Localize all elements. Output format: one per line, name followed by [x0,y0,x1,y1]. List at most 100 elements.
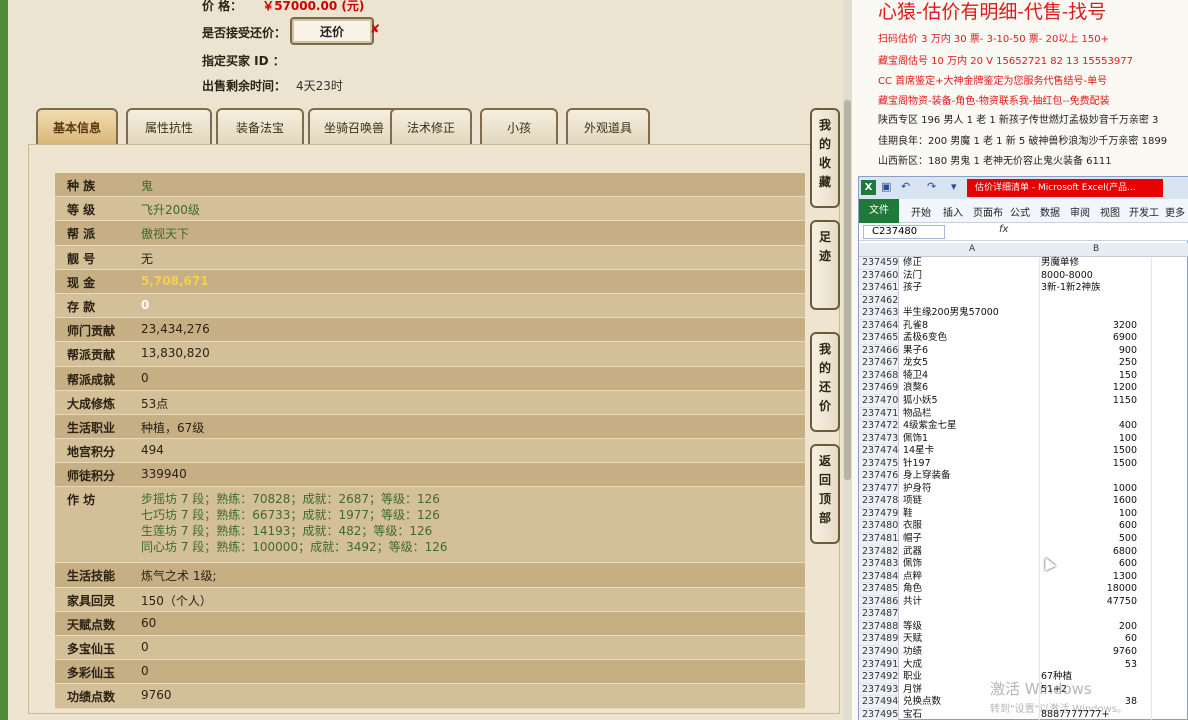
sheet-row[interactable]: 237486 共计 47750 [859,595,1188,609]
row-number[interactable]: 237492 [859,671,899,684]
sheet-row[interactable]: 237481 帽子 500 [859,533,1188,546]
cell-b[interactable]: 3200 [1041,320,1137,333]
row-number[interactable]: 237462 [859,294,899,308]
my-counter-offers-button[interactable]: 我的还价 [810,332,840,432]
cell-a[interactable]: 物品栏 [903,408,932,421]
scrollbar-thumb[interactable] [844,100,851,480]
cell-b[interactable]: 53 [1041,659,1137,672]
row-number[interactable]: 237478 [859,495,899,508]
cell-b[interactable]: 1600 [1041,495,1137,508]
row-number[interactable]: 237493 [859,683,899,697]
cell-b[interactable]: 600 [1041,520,1137,533]
cell-b[interactable]: 47750 [1041,596,1137,609]
row-number[interactable]: 237490 [859,645,899,659]
row-number[interactable]: 237472 [859,420,899,433]
tab-attributes[interactable]: 属性抗性 [126,108,212,144]
back-to-top-button[interactable]: 返回顶部 [810,444,840,544]
ribbon-tab-insert[interactable]: 插入 [943,204,963,219]
cell-b[interactable]: 900 [1041,345,1137,358]
cell-a[interactable]: 孔雀8 [903,320,928,333]
sheet-row[interactable]: 237474 14星卡 1500 [859,445,1188,458]
cell-b[interactable]: 100 [1041,508,1137,521]
cell-b[interactable]: 500 [1041,533,1137,546]
cell-a[interactable]: 项链 [903,495,922,508]
tab-children[interactable]: 小孩 [480,108,558,144]
tab-basic-info[interactable]: 基本信息 [36,108,118,144]
cell-b[interactable]: 1300 [1041,571,1137,584]
cell-a[interactable]: 佩饰1 [903,433,928,446]
sheet-row[interactable]: 237475 针197 1500 [859,457,1188,471]
cell-b[interactable]: 6800 [1041,546,1137,559]
row-number[interactable]: 237488 [859,620,899,634]
save-icon[interactable]: ▣ [881,180,891,193]
sheet-row[interactable]: 237480 衣服 600 [859,520,1188,534]
cell-a[interactable]: 帽子 [903,533,922,546]
sheet-row[interactable]: 237464 孔雀8 3200 [859,319,1188,333]
cell-a[interactable]: 龙女5 [903,357,928,370]
cell-a[interactable]: 法门 [903,270,922,283]
cell-b[interactable]: 6900 [1041,332,1137,345]
sheet-row[interactable]: 237488 等级 200 [859,620,1188,634]
cell-a[interactable]: 武器 [903,546,922,559]
cell-a[interactable]: 共计 [903,596,922,609]
ribbon-tab-formulas[interactable]: 公式 [1010,204,1030,219]
tab-appearance[interactable]: 外观道具 [566,108,650,144]
cell-a[interactable]: 职业 [903,671,922,684]
row-number[interactable]: 237465 [859,332,899,345]
cell-b[interactable]: 3新-1新2神族 [1041,282,1101,295]
cell-b[interactable]: 150 [1041,370,1137,383]
sheet-row[interactable]: 237487 [859,608,1188,621]
row-number[interactable]: 237466 [859,344,899,358]
tab-equipment[interactable]: 装备法宝 [216,108,304,144]
counter-offer-close-icon[interactable]: ✘ [370,22,380,36]
sheet-row[interactable]: 237469 浪獒6 1200 [859,382,1188,396]
cell-b[interactable]: 1150 [1041,395,1137,408]
cell-b[interactable]: 9760 [1041,646,1137,659]
cell-a[interactable]: 鞋 [903,508,913,521]
cell-b[interactable]: 1200 [1041,382,1137,395]
cell-a[interactable]: 孟极6变色 [903,332,947,345]
row-number[interactable]: 237491 [859,658,899,672]
row-number[interactable]: 237485 [859,583,899,596]
sheet-row[interactable]: 237462 [859,294,1188,308]
cell-b[interactable]: 200 [1041,621,1137,634]
cell-a[interactable]: 针197 [903,458,931,471]
row-number[interactable]: 237467 [859,357,899,370]
sheet-row[interactable]: 237470 狐小妖5 1150 [859,395,1188,408]
footprint-button[interactable]: 足迹 [810,220,840,310]
row-number[interactable]: 237489 [859,633,899,646]
my-favorites-button[interactable]: 我的收藏 [810,108,840,208]
row-number[interactable]: 237483 [859,558,899,571]
row-number[interactable]: 237474 [859,445,899,458]
cell-a[interactable]: 兑换点数 [903,696,941,709]
sheet-row[interactable]: 237483 佩饰 600 [859,558,1188,571]
cell-b[interactable]: 100 [1041,433,1137,446]
cell-a[interactable]: 14星卡 [903,445,934,458]
sheet-row[interactable]: 237467 龙女5 250 [859,357,1188,370]
row-number[interactable]: 237487 [859,608,899,621]
row-number[interactable]: 237473 [859,432,899,446]
sheet-row[interactable]: 237491 大成 53 [859,658,1188,672]
sheet-row[interactable]: 237460 法门 8000-8000 [859,269,1188,283]
cell-a[interactable]: 功绩 [903,646,922,659]
sheet-row[interactable]: 237473 佩饰1 100 [859,432,1188,446]
redo-icon[interactable]: ↷ [927,180,936,193]
cell-b[interactable]: 250 [1041,357,1137,370]
cell-a[interactable]: 角色 [903,583,922,596]
sheet-row[interactable]: 237465 孟极6变色 6900 [859,332,1188,345]
cell-b[interactable]: 8000-8000 [1041,270,1093,283]
cell-b[interactable]: 1500 [1041,445,1137,458]
sheet-row[interactable]: 237478 项链 1600 [859,495,1188,508]
row-number[interactable]: 237484 [859,570,899,584]
sheet-row[interactable]: 237471 物品栏 [859,407,1188,421]
row-number[interactable]: 237461 [859,282,899,295]
ribbon-tab-more[interactable]: 更多 [1165,204,1185,219]
row-number[interactable]: 237463 [859,307,899,320]
cell-a[interactable]: 浪獒6 [903,382,928,395]
sheet-row[interactable]: 237472 4级紫金七星 400 [859,420,1188,433]
cell-a[interactable]: 身上穿装备 [903,470,951,483]
sheet-row[interactable]: 237485 角色 18000 [859,583,1188,596]
sheet-row[interactable]: 237476 身上穿装备 [859,470,1188,483]
tab-mounts-pets[interactable]: 坐骑召唤兽 [308,108,400,144]
row-number[interactable]: 237477 [859,482,899,496]
